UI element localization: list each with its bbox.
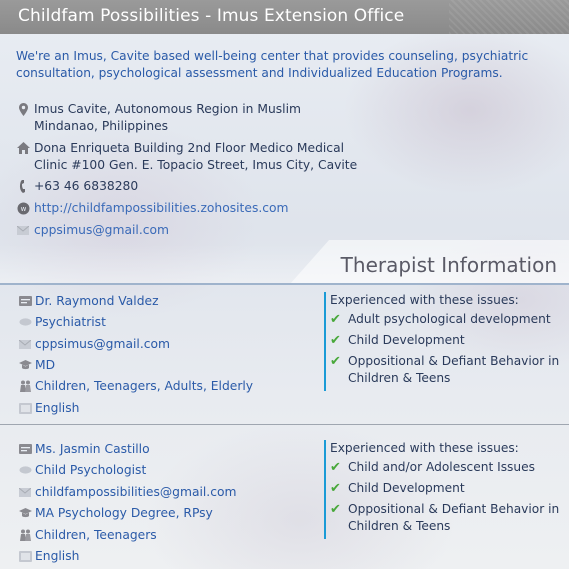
therapist-name[interactable]: Ms. Jasmin Castillo [35,442,150,456]
address-row: Dona Enriqueta Building 2nd Floor Medico… [16,140,364,174]
checkmark-icon: ✔ [330,333,341,348]
center-description: We're an Imus, Cavite based well-being c… [16,49,529,80]
issue-label: Oppositional & Defiant Behavior in Child… [348,502,560,533]
issue-label: Oppositional & Defiant Behavior in Child… [348,354,560,385]
issue-label: Child and/or Adolescent Issues [348,460,535,474]
checkmark-icon: ✔ [330,460,341,475]
therapist-email[interactable]: childfampossibilities@gmail.com [35,485,236,499]
title-bar: Childfam Possibilities - Imus Extension … [0,0,569,34]
checkmark-icon: ✔ [330,481,341,496]
globe-icon: w [16,201,30,215]
location-text: Imus Cavite, Autonomous Region in Muslim… [34,102,301,133]
envelope-icon [18,337,32,351]
therapist-title: Psychiatrist [35,315,106,329]
location-row: Imus Cavite, Autonomous Region in Muslim… [16,101,364,135]
checkmark-icon: ✔ [330,354,341,369]
therapist-language-row: English [18,547,79,565]
therapist-credentials: MA Psychology Degree, RPsy [35,506,213,520]
people-icon [18,379,32,393]
therapist-title-row: Child Psychologist [18,461,146,479]
issue-item: ✔ Child and/or Adolescent Issues [330,459,564,476]
website-row[interactable]: w http://childfampossibilities.zohosites… [16,200,364,217]
therapist-name-row: Ms. Jasmin Castillo [18,440,150,458]
map-pin-icon [16,102,30,116]
therapist-email-row[interactable]: childfampossibilities@gmail.com [18,483,236,501]
envelope-icon [18,485,32,499]
envelope-icon [16,223,30,237]
divider [0,424,569,425]
page-title: Childfam Possibilities - Imus Extension … [18,6,405,26]
website-link[interactable]: http://childfampossibilities.zohosites.c… [34,200,364,217]
therapist-ages-row: Children, Teenagers, Adults, Elderly [18,377,253,395]
issues-heading: Experienced with these issues: [330,293,519,307]
address-text: Dona Enriqueta Building 2nd Floor Medico… [34,141,358,172]
therapist-section-heading: Therapist Information [340,253,557,277]
issues-panel: Experienced with these issues: ✔ Adult p… [324,292,564,391]
phone-icon [16,179,30,193]
issue-item: ✔ Child Development [330,480,564,497]
id-card-icon [18,294,32,308]
checkmark-icon: ✔ [330,502,341,517]
therapist-credentials-row: MD [18,356,55,374]
email-row[interactable]: cppsimus@gmail.com [16,222,364,239]
email-link[interactable]: cppsimus@gmail.com [34,222,364,239]
therapist-name-row: Dr. Raymond Valdez [18,292,159,310]
svg-text:w: w [20,205,26,213]
issues-heading: Experienced with these issues: [330,441,519,455]
issue-label: Adult psychological development [348,312,551,326]
speech-bubble-icon [18,315,32,329]
therapist-credentials: MD [35,358,56,372]
therapist-credentials-row: MA Psychology Degree, RPsy [18,504,213,522]
therapist-ages: Children, Teenagers, Adults, Elderly [35,379,254,393]
therapist-email-row[interactable]: cppsimus@gmail.com [18,335,170,353]
therapist-ages: Children, Teenagers [35,528,157,542]
phone-text: +63 46 6838280 [34,179,139,193]
issue-item: ✔ Oppositional & Defiant Behavior in Chi… [330,501,564,535]
graduation-cap-icon [18,358,32,372]
people-icon [18,528,32,542]
language-icon [18,401,32,415]
checkmark-icon: ✔ [330,312,341,327]
therapist-title-row: Psychiatrist [18,313,106,331]
therapist-language: English [35,401,80,415]
therapist-email[interactable]: cppsimus@gmail.com [35,337,170,351]
issue-label: Child Development [348,481,465,495]
therapist-language-row: English [18,399,79,417]
issue-item: ✔ Child Development [330,332,564,349]
therapist-ages-row: Children, Teenagers [18,526,157,544]
issue-item: ✔ Oppositional & Defiant Behavior in Chi… [330,353,564,387]
phone-row: +63 46 6838280 [16,178,364,195]
divider [0,283,569,285]
issues-panel: Experienced with these issues: ✔ Child a… [324,440,564,539]
home-icon [16,141,30,155]
therapist-language: English [35,549,80,563]
id-card-icon [18,442,32,456]
therapist-title: Child Psychologist [35,463,147,477]
issue-label: Child Development [348,333,465,347]
therapist-name[interactable]: Dr. Raymond Valdez [35,294,159,308]
language-icon [18,549,32,563]
speech-bubble-icon [18,463,32,477]
issue-item: ✔ Adult psychological development [330,311,564,328]
graduation-cap-icon [18,506,32,520]
